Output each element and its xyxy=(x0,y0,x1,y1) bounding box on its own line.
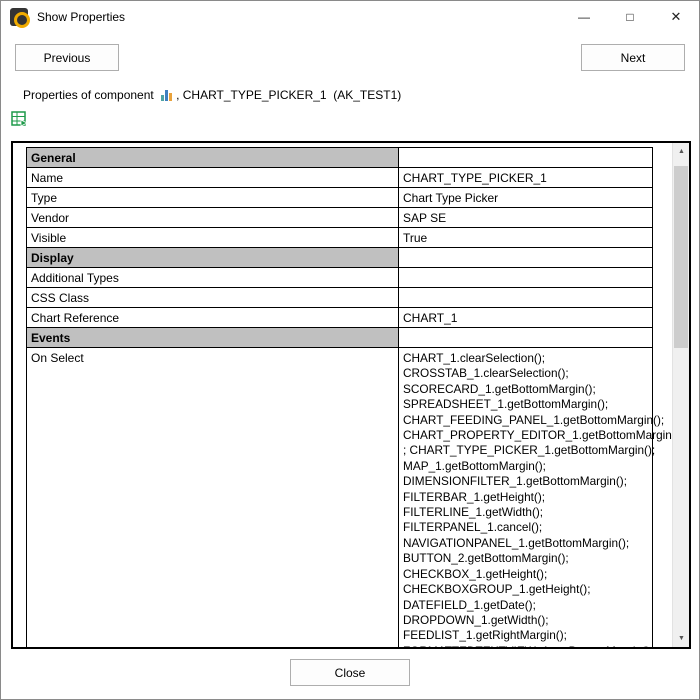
next-button[interactable]: Next xyxy=(581,44,685,71)
section-value xyxy=(398,148,652,167)
show-properties-window: Show Properties — □ ✕ Previous Next Prop… xyxy=(0,0,700,700)
app-icon xyxy=(10,8,28,26)
section-value xyxy=(398,328,652,347)
titlebar: Show Properties — □ ✕ xyxy=(1,1,699,33)
property-value: CHART_TYPE_PICKER_1 xyxy=(398,168,652,187)
section-value xyxy=(398,248,652,267)
window-controls: — □ ✕ xyxy=(561,1,699,33)
property-row-type: Type Chart Type Picker xyxy=(27,188,652,208)
property-value xyxy=(398,288,652,307)
vertical-scrollbar[interactable]: ▲ ▼ xyxy=(672,143,689,647)
property-row-name: Name CHART_TYPE_PICKER_1 xyxy=(27,168,652,188)
property-row-vendor: Vendor SAP SE xyxy=(27,208,652,228)
properties-panel: General Name CHART_TYPE_PICKER_1 Type Ch… xyxy=(11,141,691,649)
scrollbar-thumb[interactable] xyxy=(674,166,688,348)
property-value-script: CHART_1.clearSelection(); CROSSTAB_1.cle… xyxy=(398,348,682,649)
property-label: Chart Reference xyxy=(27,308,398,327)
property-label: Additional Types xyxy=(27,268,398,287)
maximize-button[interactable]: □ xyxy=(607,1,653,33)
property-value: SAP SE xyxy=(398,208,652,227)
property-value: Chart Type Picker xyxy=(398,188,652,207)
property-row-on-select: On Select CHART_1.clearSelection(); CROS… xyxy=(27,348,652,649)
component-header-name: , CHART_TYPE_PICKER_1 (AK_TEST1) xyxy=(176,88,401,102)
bar-chart-icon xyxy=(161,90,172,101)
property-row-css-class: CSS Class xyxy=(27,288,652,308)
property-label: CSS Class xyxy=(27,288,398,307)
property-label: Visible xyxy=(27,228,398,247)
property-label: Type xyxy=(27,188,398,207)
component-header: Properties of component , CHART_TYPE_PIC… xyxy=(23,87,401,103)
section-label: General xyxy=(27,148,398,167)
section-row-display: Display xyxy=(27,248,652,268)
property-row-chart-reference: Chart Reference CHART_1 xyxy=(27,308,652,328)
properties-table: General Name CHART_TYPE_PICKER_1 Type Ch… xyxy=(26,147,653,649)
section-row-general: General xyxy=(27,148,652,168)
property-label: Name xyxy=(27,168,398,187)
property-label: On Select xyxy=(27,348,398,649)
section-row-events: Events xyxy=(27,328,652,348)
export-spreadsheet-icon[interactable] xyxy=(11,111,28,127)
property-value: True xyxy=(398,228,652,247)
property-value xyxy=(398,268,652,287)
property-value: CHART_1 xyxy=(398,308,652,327)
minimize-button[interactable]: — xyxy=(561,1,607,33)
section-label: Events xyxy=(27,328,398,347)
close-window-button[interactable]: ✕ xyxy=(653,1,699,33)
component-header-prefix: Properties of component xyxy=(23,88,157,102)
scroll-up-icon[interactable]: ▲ xyxy=(673,143,690,160)
previous-button[interactable]: Previous xyxy=(15,44,119,71)
property-row-additional-types: Additional Types xyxy=(27,268,652,288)
property-label: Vendor xyxy=(27,208,398,227)
scroll-down-icon[interactable]: ▼ xyxy=(673,630,690,647)
window-title: Show Properties xyxy=(37,10,125,24)
property-row-visible: Visible True xyxy=(27,228,652,248)
section-label: Display xyxy=(27,248,398,267)
close-button[interactable]: Close xyxy=(290,659,410,686)
